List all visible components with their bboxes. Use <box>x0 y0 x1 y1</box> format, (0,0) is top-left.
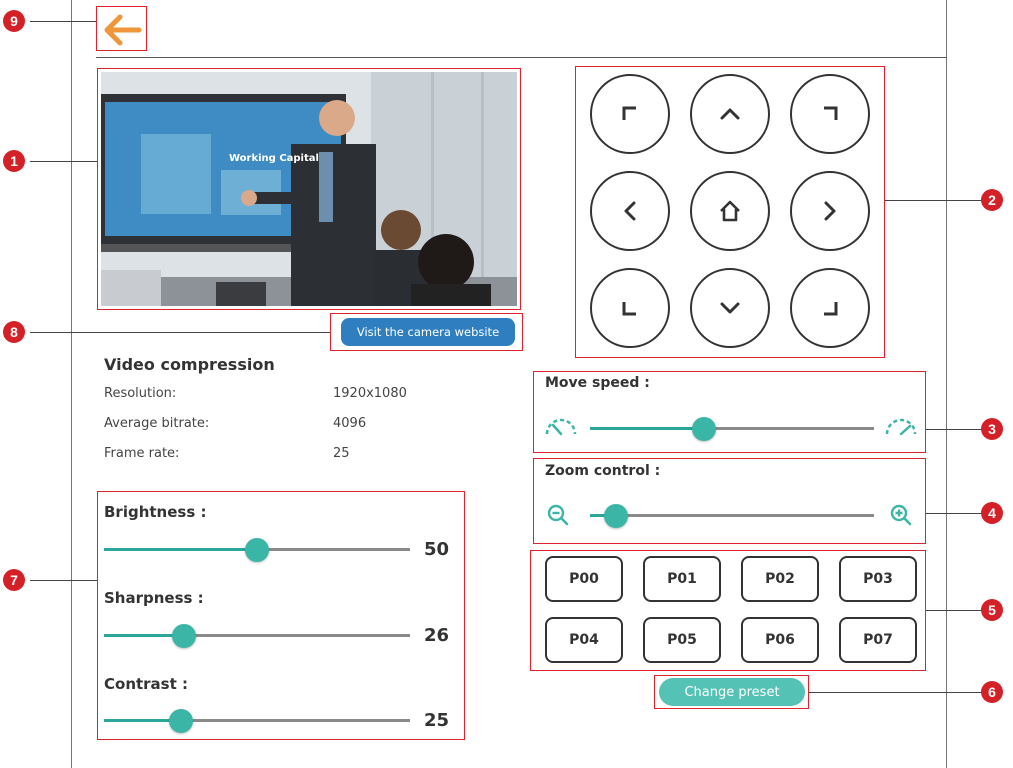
brightness-slider[interactable] <box>104 537 410 562</box>
callout-7: 7 <box>3 569 25 591</box>
callout-3: 3 <box>981 418 1003 440</box>
ptz-down-button[interactable] <box>690 268 770 348</box>
callout-9: 9 <box>3 10 25 32</box>
frame-rate-label: Frame rate: <box>104 446 180 461</box>
zoom-out-icon[interactable] <box>546 503 570 527</box>
video-frame <box>101 72 517 306</box>
ptz-up-right-button[interactable] <box>790 74 870 154</box>
header-divider <box>96 57 947 58</box>
leader-5 <box>926 610 986 611</box>
brightness-value: 50 <box>424 539 450 560</box>
callout-1: 1 <box>3 150 25 172</box>
leader-9 <box>30 21 96 22</box>
home-icon <box>720 200 740 222</box>
move-speed-thumb[interactable] <box>691 416 716 441</box>
preset-button-p06[interactable]: P06 <box>741 617 819 663</box>
sharpness-slider[interactable] <box>104 623 410 648</box>
contrast-value: 25 <box>424 710 450 731</box>
preset-button-p03[interactable]: P03 <box>839 556 917 602</box>
arrow-up-left-icon <box>622 106 636 120</box>
resolution-value: 1920x1080 <box>333 386 407 401</box>
arrow-up-right-icon <box>824 106 838 120</box>
callout-4: 4 <box>981 502 1003 524</box>
visit-camera-website-button[interactable]: Visit the camera website <box>341 318 515 346</box>
move-speed-label: Move speed : <box>545 375 650 391</box>
callout-5: 5 <box>981 599 1003 621</box>
preset-button-p05[interactable]: P05 <box>643 617 721 663</box>
zoom-thumb[interactable] <box>603 503 628 528</box>
zoom-control-label: Zoom control : <box>545 463 661 479</box>
arrow-up-icon <box>720 108 740 120</box>
callout-6: 6 <box>981 681 1003 703</box>
speed-fast-icon <box>885 418 917 436</box>
leader-8 <box>30 332 330 333</box>
zoom-slider[interactable] <box>590 503 874 528</box>
frame-rate-value: 25 <box>333 446 350 461</box>
average-bitrate-label: Average bitrate: <box>104 416 210 431</box>
leader-4 <box>926 513 986 514</box>
preset-button-p01[interactable]: P01 <box>643 556 721 602</box>
video-feed: Working Capital <box>101 72 517 306</box>
brightness-label: Brightness : <box>104 503 207 521</box>
video-screen-text: Working Capital <box>229 153 319 164</box>
ptz-up-left-button[interactable] <box>590 74 670 154</box>
leader-2 <box>885 200 985 201</box>
average-bitrate-value: 4096 <box>333 416 367 431</box>
back-button[interactable] <box>99 10 145 50</box>
arrow-left-icon <box>104 14 142 46</box>
contrast-slider[interactable] <box>104 708 410 733</box>
leader-6 <box>809 692 985 693</box>
ptz-up-button[interactable] <box>690 74 770 154</box>
move-speed-fill <box>590 427 704 430</box>
zoom-in-icon[interactable] <box>889 503 913 527</box>
speed-slow-icon <box>545 418 577 436</box>
leader-1 <box>30 161 97 162</box>
video-compression-title: Video compression <box>104 355 275 374</box>
arrow-down-right-icon <box>824 302 838 316</box>
ptz-down-left-button[interactable] <box>590 268 670 348</box>
move-speed-slider[interactable] <box>590 416 874 441</box>
callout-8: 8 <box>3 321 25 343</box>
brightness-thumb[interactable] <box>245 537 269 562</box>
preset-button-p07[interactable]: P07 <box>839 617 917 663</box>
arrow-right-icon <box>824 201 836 221</box>
preset-button-p02[interactable]: P02 <box>741 556 819 602</box>
sharpness-thumb[interactable] <box>171 623 196 648</box>
leader-3 <box>926 429 986 430</box>
change-preset-button[interactable]: Change preset <box>659 678 805 706</box>
brightness-fill <box>104 548 257 551</box>
contrast-label: Contrast : <box>104 675 189 693</box>
arrow-down-icon <box>720 302 740 314</box>
resolution-label: Resolution: <box>104 386 177 401</box>
ptz-right-button[interactable] <box>790 171 870 251</box>
highlight-image-settings <box>97 491 465 740</box>
preset-button-p00[interactable]: P00 <box>545 556 623 602</box>
ptz-home-button[interactable] <box>690 171 770 251</box>
ptz-down-right-button[interactable] <box>790 268 870 348</box>
callout-2: 2 <box>981 189 1003 211</box>
arrow-down-left-icon <box>622 302 636 316</box>
sharpness-value: 26 <box>424 625 450 646</box>
contrast-thumb[interactable] <box>168 708 193 733</box>
ptz-left-button[interactable] <box>590 171 670 251</box>
leader-7 <box>30 580 97 581</box>
arrow-left-icon <box>624 201 636 221</box>
sharpness-label: Sharpness : <box>104 589 204 607</box>
preset-button-p04[interactable]: P04 <box>545 617 623 663</box>
